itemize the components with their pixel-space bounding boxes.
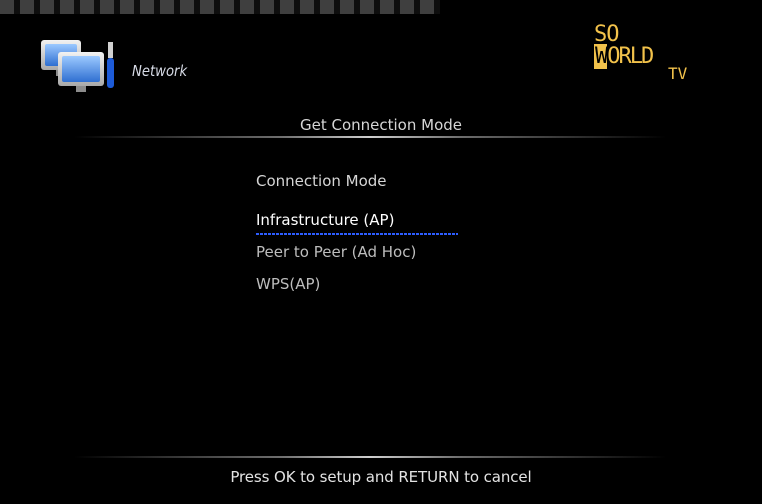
menu-item-peer-to-peer[interactable]: Peer to Peer (Ad Hoc): [256, 242, 526, 274]
footer-hint: Press OK to setup and RETURN to cancel: [230, 468, 532, 486]
divider-bottom: [74, 456, 666, 458]
menu-label: Connection Mode: [256, 172, 387, 190]
divider-top: [74, 136, 666, 138]
tv-screen: Network SO WORLD TV Get Connection Mode …: [0, 0, 762, 504]
menu-item-infrastructure[interactable]: Infrastructure (AP): [256, 210, 526, 242]
brand-logo: SO WORLD TV: [586, 22, 706, 83]
connection-mode-menu: Connection Mode Infrastructure (AP) Peer…: [256, 172, 526, 306]
network-computers-icon: [41, 40, 114, 92]
menu-item-wps[interactable]: WPS(AP): [256, 274, 526, 306]
dialog-title: Get Connection Mode: [299, 116, 462, 134]
brand-logo-world: WORLD: [594, 44, 654, 69]
section-title: Network: [132, 62, 188, 80]
brand-logo-w: W: [594, 44, 608, 69]
partial-top-banner: [0, 0, 440, 14]
brand-logo-orld: ORLD: [607, 44, 654, 69]
brand-logo-tv: TV: [668, 64, 688, 83]
